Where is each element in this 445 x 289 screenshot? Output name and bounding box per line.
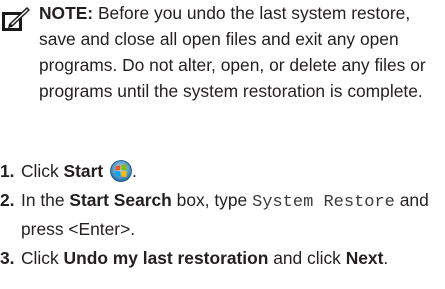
step-period: . [131, 161, 137, 181]
note-label: NOTE: [39, 3, 94, 23]
step-number: 3. [0, 248, 15, 268]
step-text: Click [21, 248, 64, 268]
steps-list: 1. Click Start . 2. In the Start Search bo… [0, 158, 445, 274]
step-text: and click [268, 248, 346, 268]
step-3: 3. Click Undo my last restoration and cli… [0, 245, 445, 271]
step-text: Click [21, 161, 64, 181]
start-search-label: Start Search [69, 190, 172, 210]
step-2: 2. In the Start Search box, type System R… [0, 187, 445, 242]
start-label: Start [63, 161, 104, 181]
step-number: 2. [0, 190, 15, 210]
note-text: NOTE: Before you undo the last system re… [39, 0, 439, 104]
undo-option-label: Undo my last restoration [63, 248, 269, 268]
command-text: System Restore [252, 193, 395, 212]
step-number: 1. [0, 161, 15, 181]
next-label: Next [345, 248, 384, 268]
step-text: . [383, 248, 389, 268]
note-block: NOTE: Before you undo the last system re… [0, 0, 445, 156]
step-text: In the [21, 190, 70, 210]
note-body: Before you undo the last system restore,… [39, 3, 426, 101]
windows-start-icon [110, 160, 132, 182]
note-icon [2, 7, 30, 31]
step-text: box, type [171, 190, 253, 210]
step-1: 1. Click Start . [0, 158, 445, 184]
